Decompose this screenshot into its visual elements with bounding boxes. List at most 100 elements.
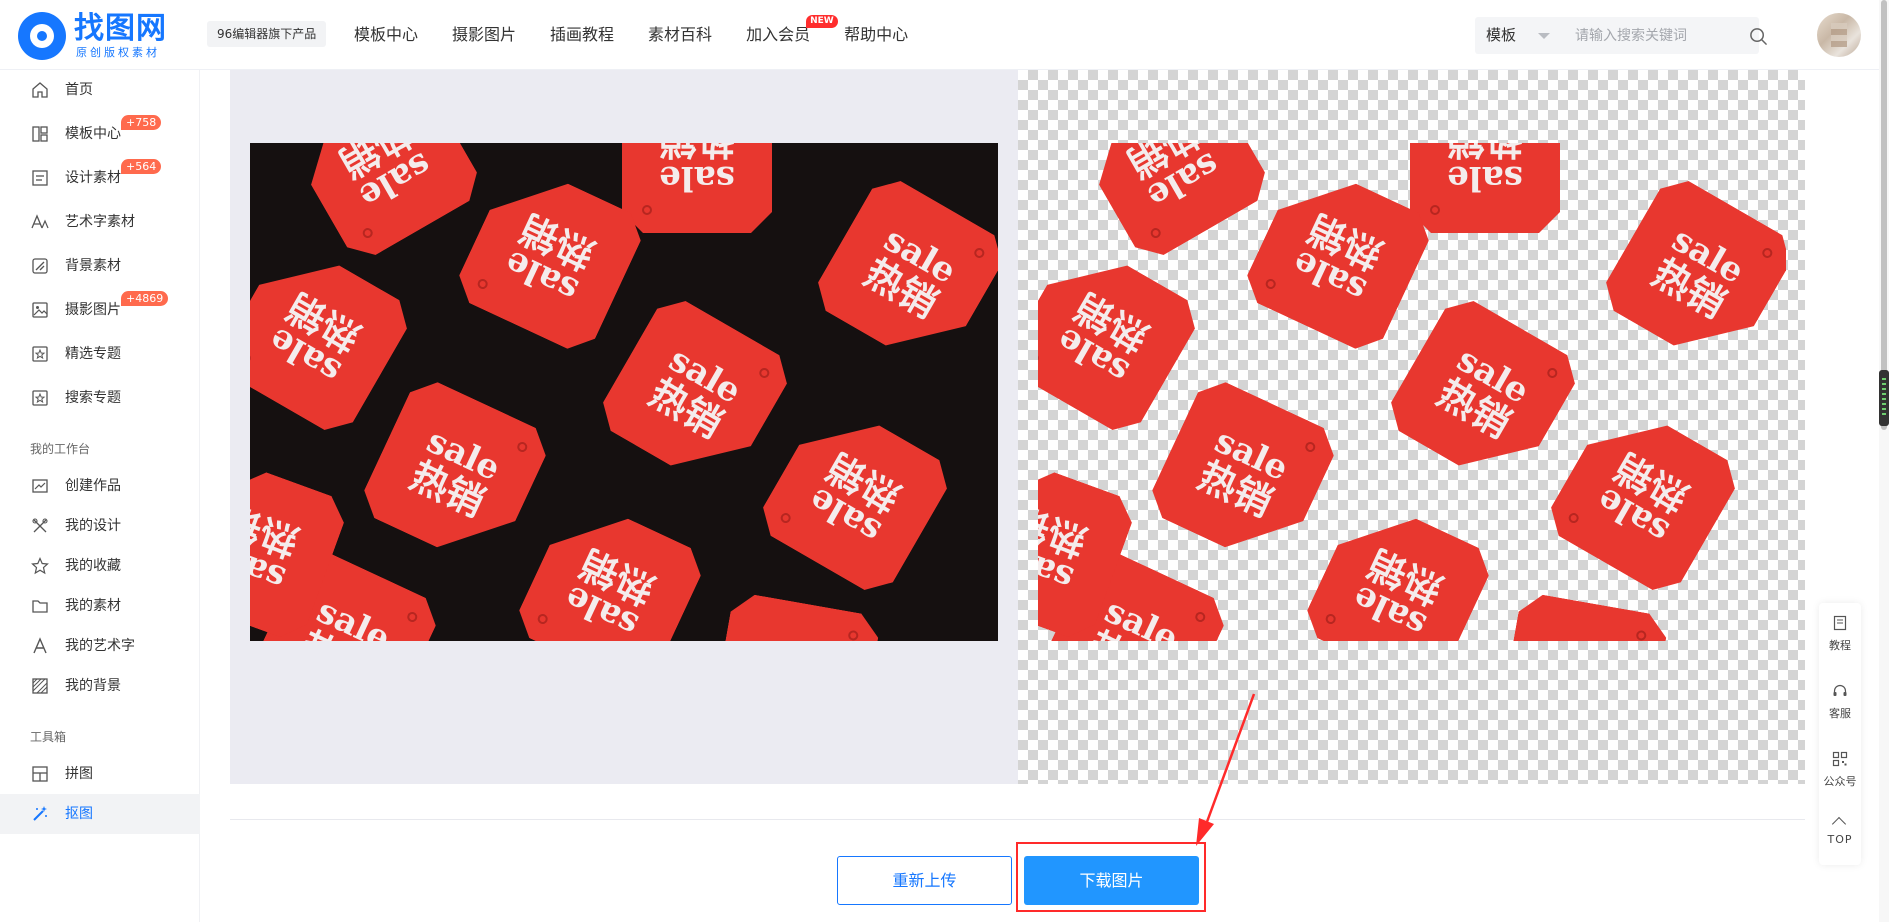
sale-tag: sale热销 <box>283 143 488 265</box>
sidebar-item-label: 抠图 <box>65 806 93 822</box>
sidebar-item-background[interactable]: 背景素材 <box>0 246 200 286</box>
float-item-label: 公众号 <box>1823 775 1857 788</box>
toolbox-section-title: 工具箱 <box>30 730 67 744</box>
sidebar-item-collage[interactable]: 拼图 <box>0 754 200 794</box>
sidebar-item-label: 艺术字素材 <box>65 214 135 230</box>
star-icon <box>31 557 49 575</box>
sidebar-item-search-topics[interactable]: 搜索专题 <box>0 378 200 418</box>
sidebar-item-photography[interactable]: 摄影图片 +4869 <box>0 290 200 330</box>
template-icon <box>32 126 48 142</box>
reupload-button[interactable]: 重新上传 <box>837 856 1012 905</box>
sidebar-item-my-designs[interactable]: 我的设计 <box>0 506 200 546</box>
star-box-icon <box>32 346 48 362</box>
sale-tag: sale热销 <box>1496 591 1670 641</box>
sale-tag: sale热销 <box>753 396 958 601</box>
count-badge: +564 <box>121 159 162 174</box>
sale-tag: sale热销 <box>593 291 798 496</box>
sidebar-item-label: 背景素材 <box>65 258 121 274</box>
photo-icon <box>32 302 48 318</box>
art-text-icon <box>31 214 49 229</box>
nav-material-wiki[interactable]: 素材百科 <box>648 0 712 70</box>
sidebar-item-create-work[interactable]: 创建作品 <box>0 466 200 506</box>
float-item-label: 客服 <box>1829 707 1851 720</box>
nav-join-membership[interactable]: 加入会员 NEW <box>746 0 838 70</box>
float-official-account-button[interactable]: 公众号 <box>1819 739 1861 801</box>
sidebar-item-label: 我的素材 <box>65 598 121 614</box>
texture-icon <box>32 678 48 694</box>
search-category-select[interactable]: 模板 <box>1486 17 1516 54</box>
sidebar-item-template-center[interactable]: 模板中心 +758 <box>0 114 200 154</box>
sidebar-item-design-material[interactable]: 设计素材 +564 <box>0 158 200 198</box>
sidebar-item-my-art-text[interactable]: 我的艺术字 <box>0 626 200 666</box>
sidebar-item-label: 我的艺术字 <box>65 638 135 654</box>
annotation-arrow-icon <box>1196 693 1256 846</box>
sale-tag: sale热销 <box>622 143 772 233</box>
qrcode-icon <box>1832 751 1848 767</box>
page-scrollbar[interactable] <box>1879 0 1889 922</box>
avatar[interactable] <box>1817 13 1861 57</box>
count-badge: +4869 <box>121 291 169 306</box>
search-input[interactable] <box>1575 17 1725 54</box>
count-badge: +758 <box>121 115 162 130</box>
nav-template-center[interactable]: 模板中心 <box>354 0 418 70</box>
scroll-side-handle[interactable] <box>1879 370 1889 426</box>
design-icon <box>32 518 48 533</box>
star-box-icon <box>32 390 48 406</box>
sidebar-item-label: 搜索专题 <box>65 390 121 406</box>
sidebar-item-cutout[interactable]: 抠图 <box>0 794 200 834</box>
sidebar-item-my-materials[interactable]: 我的素材 <box>0 586 200 626</box>
product-badge[interactable]: 96编辑器旗下产品 <box>207 21 327 47</box>
magic-wand-icon <box>33 806 47 821</box>
design-material-icon <box>32 170 48 186</box>
letter-a-icon <box>33 637 47 654</box>
float-customer-service-button[interactable]: 客服 <box>1819 671 1861 733</box>
site-logo[interactable]: 找图网 原创版权素材 <box>18 12 178 60</box>
sidebar-item-my-backgrounds[interactable]: 我的背景 <box>0 666 200 706</box>
sidebar-item-label: 创建作品 <box>65 478 121 494</box>
sidebar-item-featured-topics[interactable]: 精选专题 <box>0 334 200 374</box>
nav-photography[interactable]: 摄影图片 <box>452 0 516 70</box>
sale-tag: sale热销 <box>1541 396 1746 601</box>
logo-mark-icon <box>18 12 66 60</box>
scrollbar-thumb[interactable] <box>1881 0 1887 430</box>
new-badge: NEW <box>806 15 838 28</box>
sale-tag: sale热销 <box>1410 143 1560 233</box>
sidebar-item-label: 设计素材 <box>65 170 121 186</box>
workspace-section-title: 我的工作台 <box>30 442 91 456</box>
create-icon <box>32 479 48 493</box>
float-back-to-top-button[interactable]: TOP <box>1819 805 1861 867</box>
sale-tag: sale热销 <box>1143 373 1342 572</box>
sidebar-item-label: 我的收藏 <box>65 558 121 574</box>
float-tutorial-button[interactable]: 教程 <box>1819 603 1861 665</box>
arrow-up-icon <box>1831 816 1847 832</box>
nav-illustration-tutorials[interactable]: 插画教程 <box>550 0 614 70</box>
sidebar-item-home[interactable]: 首页 <box>0 70 200 110</box>
sidebar-item-label: 首页 <box>65 82 93 98</box>
sale-tag: sale热销 <box>250 236 417 441</box>
sidebar-item-art-text[interactable]: 艺术字素材 <box>0 202 200 242</box>
sidebar-item-my-favorites[interactable]: 我的收藏 <box>0 546 200 586</box>
search-bar: 模板 <box>1475 17 1759 54</box>
sidebar-item-label: 我的背景 <box>65 678 121 694</box>
sidebar-item-label: 精选专题 <box>65 346 121 362</box>
original-image-panel: sale热销 sale热销 sale热销 sale热销 sale热销 sale热… <box>230 70 1018 784</box>
sale-tag: sale热销 <box>355 373 554 572</box>
folder-icon <box>32 600 48 613</box>
collage-icon <box>32 766 48 782</box>
floating-toolbar: 教程 客服 公众号 TOP <box>1819 603 1861 865</box>
sale-tag: sale热销 <box>808 171 998 376</box>
sale-tag: sale热销 <box>1038 236 1205 441</box>
top-header: 找图网 原创版权素材 96编辑器旗下产品 模板中心 摄影图片 插画教程 素材百科… <box>0 0 1889 70</box>
cutout-image: sale热销 sale热销 sale热销 sale热销 sale热销 sale热… <box>1038 143 1786 641</box>
sale-tag: sale热销 <box>1596 171 1786 376</box>
logo-name: 找图网 <box>74 11 167 46</box>
nav-help-center[interactable]: 帮助中心 <box>844 0 908 70</box>
search-icon[interactable] <box>1749 27 1768 46</box>
sale-tag: sale热销 <box>1381 291 1586 496</box>
sale-tag: sale热销 <box>1071 143 1276 265</box>
original-photo: sale热销 sale热销 sale热销 sale热销 sale热销 sale热… <box>250 143 998 641</box>
annotation-highlight-box <box>1016 842 1206 912</box>
sidebar-item-label: 模板中心 <box>65 126 121 142</box>
chevron-down-icon[interactable] <box>1538 33 1550 39</box>
sidebar-item-label: 摄影图片 <box>65 302 121 318</box>
